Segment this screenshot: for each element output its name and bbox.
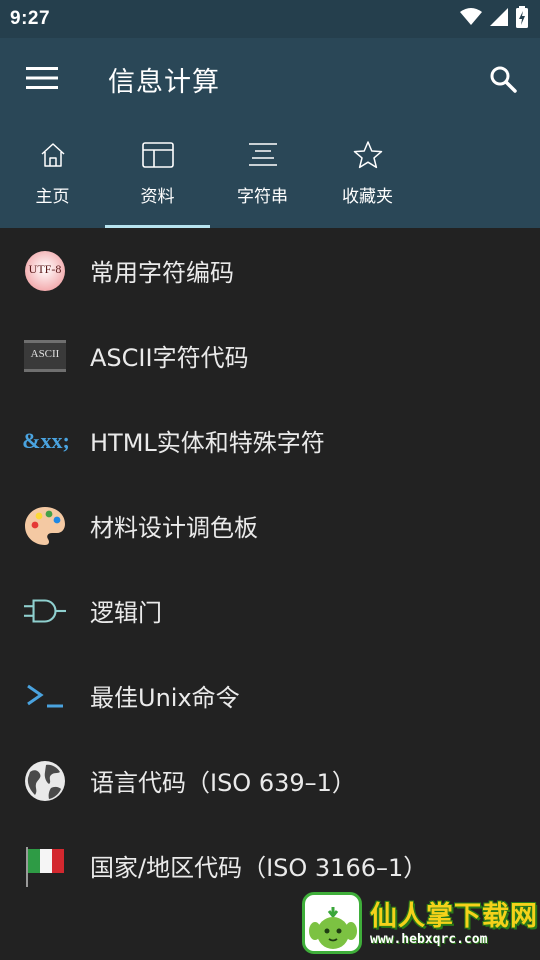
list-item-material-palette[interactable]: 材料设计调色板	[0, 483, 540, 568]
list-item-unix-commands[interactable]: 最佳Unix命令	[0, 653, 540, 738]
tab-bar: 主页 资料 字符串 收藏夹	[0, 122, 540, 228]
table-icon	[141, 138, 174, 172]
list-item-utf8[interactable]: UTF-8 常用字符编码	[0, 228, 540, 313]
tab-label: 主页	[35, 187, 70, 207]
status-time: 9:27	[10, 8, 51, 29]
list-item-label: 语言代码（ISO 639–1）	[90, 769, 356, 797]
home-icon	[39, 138, 67, 172]
list-item-label: 材料设计调色板	[90, 514, 258, 542]
tab-label: 字符串	[237, 187, 288, 207]
list-item-label: HTML实体和特殊字符	[90, 429, 325, 457]
tab-home[interactable]: 主页	[0, 122, 105, 228]
tab-resources[interactable]: 资料	[105, 122, 210, 228]
tab-label: 资料	[140, 187, 175, 207]
list-item-label: 常用字符编码	[90, 259, 234, 287]
battery-charging-icon	[516, 6, 528, 32]
ascii-icon-text: ASCII	[30, 347, 60, 360]
star-icon	[353, 138, 383, 172]
menu-button[interactable]	[22, 62, 62, 98]
search-button[interactable]	[482, 60, 524, 102]
italy-flag-icon	[24, 845, 66, 887]
page-title: 信息计算	[108, 67, 220, 98]
palette-icon	[24, 505, 66, 547]
list-item-language-codes[interactable]: 语言代码（ISO 639–1）	[0, 738, 540, 823]
list-item-label: 最佳Unix命令	[90, 684, 240, 712]
list-item-label: 国家/地区代码（ISO 3166–1）	[90, 854, 428, 882]
hamburger-menu-icon	[26, 67, 58, 93]
wifi-icon	[460, 8, 482, 30]
html-entity-icon-text: &xx;	[22, 427, 70, 453]
terminal-icon	[24, 675, 66, 717]
utf8-icon: UTF-8	[24, 250, 66, 292]
tab-favorites[interactable]: 收藏夹	[315, 122, 420, 228]
list-item-logic-gates[interactable]: 逻辑门	[0, 568, 540, 653]
ascii-icon: ASCII	[24, 335, 66, 377]
text-lines-icon	[248, 138, 278, 172]
signal-icon	[490, 8, 508, 30]
watermark-url: www.hebxqrc.com	[370, 932, 488, 947]
watermark: 仙人掌下载网 www.hebxqrc.com	[300, 890, 540, 960]
list-item-html-entities[interactable]: &xx; HTML实体和特殊字符	[0, 398, 540, 483]
tab-label: 收藏夹	[342, 187, 393, 207]
list-item-label: ASCII字符代码	[90, 344, 249, 372]
html-entity-icon: &xx;	[22, 420, 70, 462]
list-item-ascii[interactable]: ASCII ASCII字符代码	[0, 313, 540, 398]
list-item-label: 逻辑门	[90, 599, 162, 627]
app-bar: 信息计算	[0, 38, 540, 122]
status-icons	[460, 6, 528, 32]
search-icon	[489, 65, 517, 97]
logic-gate-icon	[24, 590, 66, 632]
tab-strings[interactable]: 字符串	[210, 122, 315, 228]
utf8-icon-text: UTF-8	[28, 261, 62, 276]
cactus-logo-icon	[302, 892, 362, 954]
globe-icon	[24, 760, 66, 802]
status-bar: 9:27	[0, 0, 540, 38]
watermark-title: 仙人掌下载网	[370, 901, 538, 932]
resource-list: UTF-8 常用字符编码 ASCII ASCII字符代码 &xx; HTML实体…	[0, 228, 540, 908]
